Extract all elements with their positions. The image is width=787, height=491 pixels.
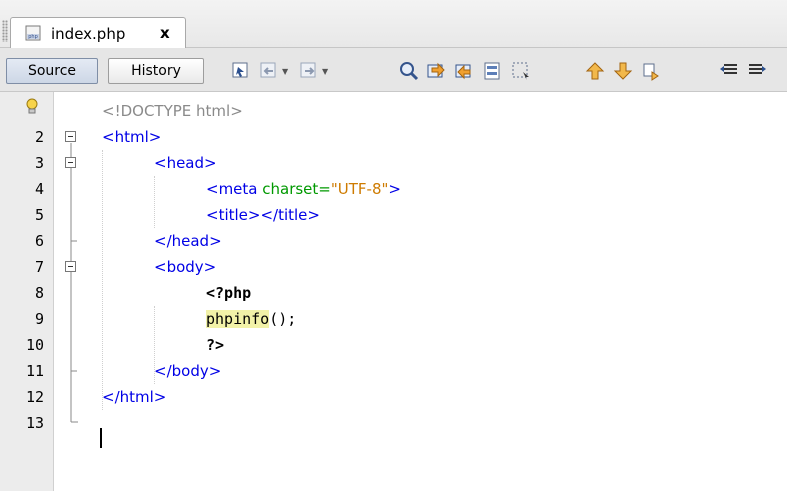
indent-guide (154, 176, 155, 228)
line-number: 3 (34, 154, 44, 172)
line-number: 2 (34, 128, 44, 146)
line-number: 5 (34, 206, 44, 224)
tab-index-php[interactable]: php index.php x (10, 17, 186, 49)
find-selection-icon[interactable] (398, 60, 420, 82)
code-line-2: <html> (102, 128, 162, 146)
find-next-icon[interactable] (454, 60, 476, 82)
forward-icon[interactable] (298, 60, 320, 82)
function-name: phpinfo (206, 310, 270, 328)
code-line-4: <meta charset="UTF-8"> (206, 176, 401, 202)
chevron-down-icon[interactable]: ▼ (282, 67, 288, 76)
chevron-down-icon[interactable]: ▼ (322, 67, 328, 76)
code-line-1: <!DOCTYPE html> (102, 102, 243, 120)
charset-value: "UTF-8" (330, 180, 389, 198)
line-number: 6 (34, 232, 44, 250)
previous-bookmark-icon[interactable] (584, 60, 606, 82)
next-bookmark-icon[interactable] (612, 60, 634, 82)
shift-line-right-icon[interactable] (746, 60, 768, 82)
history-view-button[interactable]: History (108, 58, 204, 84)
line-number: 13 (25, 414, 44, 432)
collapse-fold-icon[interactable] (65, 157, 77, 169)
call-parens: (); (269, 310, 297, 328)
code-folding-column (54, 92, 88, 491)
line-number: 4 (34, 180, 44, 198)
code-line-3: <head> (154, 154, 217, 172)
line-number: 12 (25, 388, 44, 406)
code-line-9: phpinfo(); (206, 306, 296, 332)
text-caret (100, 428, 102, 448)
collapse-fold-icon[interactable] (65, 261, 77, 273)
svg-text:php: php (28, 34, 38, 40)
toggle-rectangular-selection-icon[interactable] (510, 60, 532, 82)
toggle-highlight-search-icon[interactable] (482, 60, 504, 82)
line-number: 9 (34, 310, 44, 328)
charset-attribute: charset= (262, 180, 331, 198)
editor-tab-strip: php index.php x (0, 0, 787, 49)
toggle-bookmark-icon[interactable] (640, 60, 662, 82)
code-line-12: </html> (102, 388, 167, 406)
indent-guide (102, 150, 103, 410)
lightbulb-hint-icon[interactable] (24, 98, 40, 116)
source-view-button[interactable]: Source (6, 58, 98, 84)
close-icon[interactable]: x (160, 24, 170, 42)
shift-line-left-icon[interactable] (718, 60, 740, 82)
tag-close: > (388, 180, 401, 198)
code-line-11: </body> (154, 362, 222, 380)
code-line-10: ?> (206, 336, 225, 354)
back-icon[interactable] (258, 60, 280, 82)
meta-tag: <meta (206, 180, 263, 198)
collapse-fold-icon[interactable] (65, 131, 77, 143)
line-number: 10 (25, 336, 44, 354)
php-file-icon: php (25, 25, 41, 41)
code-line-5: <title></title> (206, 206, 320, 224)
last-edit-icon[interactable] (230, 60, 252, 82)
code-line-6: </head> (154, 232, 222, 250)
find-previous-icon[interactable] (426, 60, 448, 82)
code-line-8: <?php (206, 284, 252, 302)
code-line-7: <body> (154, 258, 217, 276)
line-number: 8 (34, 284, 44, 302)
line-number: 7 (34, 258, 44, 276)
code-editor[interactable]: <!DOCTYPE html> <html> <head> <meta char… (88, 92, 787, 491)
tab-title: index.php (51, 25, 126, 43)
drag-grip[interactable] (2, 20, 8, 42)
editor-toolbar: Source History ▼ ▼ (0, 48, 787, 92)
line-number-gutter: 2 3 4 5 6 7 8 9 10 11 12 13 (0, 92, 54, 491)
line-number: 11 (25, 362, 44, 380)
